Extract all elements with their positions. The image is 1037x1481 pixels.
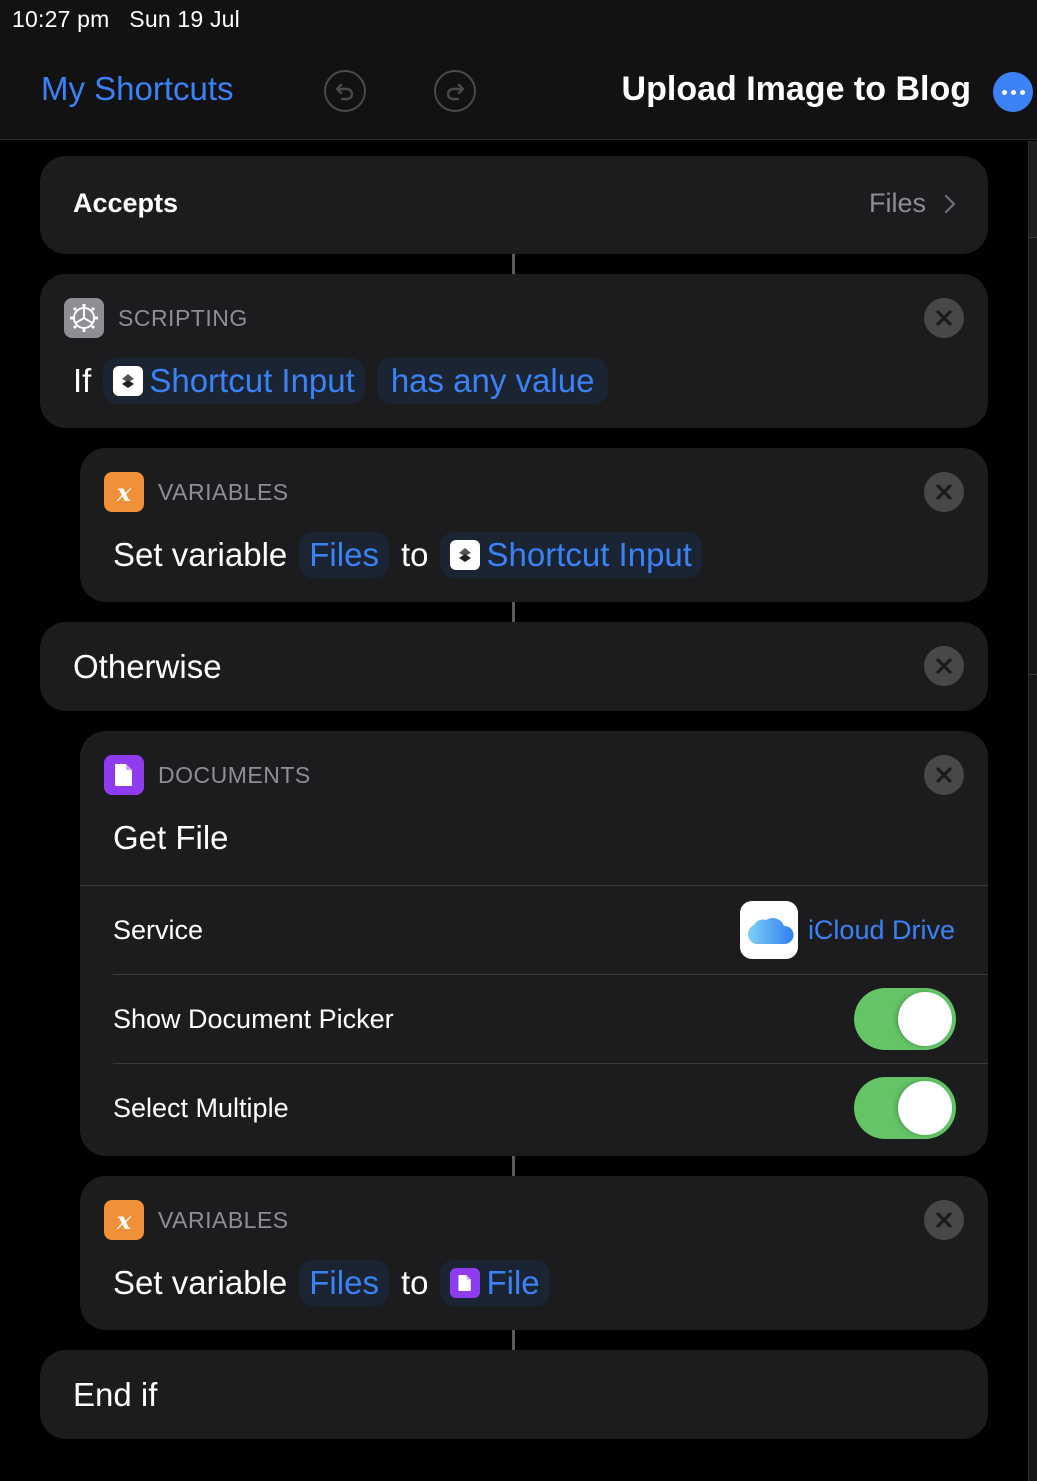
variable-x-icon: x: [104, 472, 144, 512]
category-label: DOCUMENTS: [158, 761, 311, 788]
remove-action-button[interactable]: [924, 1200, 964, 1240]
set-variable-line: Set variable Files to File: [113, 1260, 562, 1306]
set-variable-line: Set variable Files to Shortcut Input: [113, 532, 714, 578]
token-label: File: [486, 1264, 540, 1301]
toggle-knob: [898, 992, 952, 1046]
close-icon: [936, 767, 952, 783]
otherwise-label: Otherwise: [73, 648, 222, 685]
accepts-value: Files: [868, 188, 926, 218]
token-label: Shortcut Input: [486, 536, 692, 573]
category-label: VARIABLES: [158, 478, 289, 505]
connector-line: [512, 602, 515, 622]
category-label: SCRIPTING: [118, 304, 248, 331]
file-token[interactable]: File: [440, 1260, 550, 1306]
document-icon: [450, 1268, 481, 1298]
status-time: 10:27 pm: [12, 6, 110, 32]
action-header: x VARIABLES: [104, 1200, 289, 1240]
connector-line: [512, 254, 515, 274]
to-keyword: to: [400, 536, 429, 573]
remove-action-button[interactable]: [924, 472, 964, 512]
accepts-label: Accepts: [73, 188, 179, 218]
remove-action-button[interactable]: [924, 646, 964, 686]
document-icon: [104, 755, 144, 795]
shortcut-input-token[interactable]: Shortcut Input: [440, 532, 702, 578]
shortcut-input-token[interactable]: Shortcut Input: [103, 358, 365, 404]
action-header: SCRIPTING: [64, 298, 248, 338]
variable-x-icon: x: [104, 1200, 144, 1240]
my-shortcuts-back-button[interactable]: My Shortcuts: [41, 70, 234, 108]
connector-line: [512, 1156, 515, 1176]
otherwise-block[interactable]: Otherwise: [40, 622, 988, 711]
set-variable-action-card[interactable]: x VARIABLES Set variable Files to File: [80, 1176, 988, 1330]
sidebar-edge: [1028, 141, 1037, 1481]
sidebar-edge-segment: [1029, 141, 1037, 238]
undo-icon: [335, 83, 354, 101]
close-icon: [936, 310, 952, 326]
if-condition-line: If Shortcut Input has any value: [73, 358, 620, 404]
shortcuts-app-icon: [113, 366, 144, 396]
set-variable-verb: Set variable: [113, 536, 288, 573]
token-label: Shortcut Input: [149, 362, 355, 399]
condition-token[interactable]: has any value: [376, 358, 609, 404]
set-variable-verb: Set variable: [113, 1264, 288, 1301]
more-options-button[interactable]: [993, 72, 1033, 112]
status-bar: 10:27 pm Sun 19 Jul: [12, 6, 240, 33]
sidebar-edge-divider: [1029, 674, 1037, 675]
action-title: Get File: [113, 819, 229, 856]
remove-action-button[interactable]: [924, 755, 964, 795]
close-icon: [936, 658, 952, 674]
status-date: Sun 19 Jul: [129, 6, 240, 32]
shortcuts-app-icon: [450, 540, 481, 570]
param-label: Service: [113, 914, 204, 945]
ellipsis-icon: [1001, 89, 1007, 95]
variable-name-token[interactable]: Files: [299, 532, 389, 578]
ellipsis-dot: [1019, 89, 1025, 95]
show-document-picker-toggle[interactable]: [854, 988, 956, 1050]
category-label: VARIABLES: [158, 1206, 289, 1233]
end-if-label: End if: [73, 1376, 158, 1413]
service-value: iCloud Drive: [807, 914, 955, 945]
remove-action-button[interactable]: [924, 298, 964, 338]
action-header: x VARIABLES: [104, 472, 289, 512]
redo-icon: [446, 83, 465, 101]
if-keyword: If: [73, 362, 92, 399]
icloud-icon: [739, 901, 798, 959]
close-icon: [936, 1212, 952, 1228]
set-variable-action-card[interactable]: x VARIABLES Set variable Files to Shortc…: [80, 448, 988, 602]
param-label: Select Multiple: [113, 1092, 289, 1123]
redo-button[interactable]: [434, 70, 476, 112]
undo-button[interactable]: [324, 70, 366, 112]
toggle-knob: [898, 1081, 952, 1135]
shortcut-title[interactable]: Upload Image to Blog: [622, 70, 971, 109]
select-multiple-toggle[interactable]: [854, 1077, 956, 1139]
select-multiple-row: Select Multiple: [113, 1064, 988, 1152]
accepts-row[interactable]: Accepts Files: [40, 156, 988, 254]
get-file-action-card[interactable]: DOCUMENTS Get File Service iCloud Drive …: [80, 731, 988, 1156]
if-action-card[interactable]: SCRIPTING If Shortcut Input has any valu…: [40, 274, 988, 428]
gear-icon: [64, 298, 104, 338]
variable-name-token[interactable]: Files: [299, 1260, 389, 1306]
ellipsis-dot: [1010, 89, 1016, 95]
param-label: Show Document Picker: [113, 1003, 394, 1034]
connector-line: [512, 1330, 515, 1350]
show-document-picker-row: Show Document Picker: [113, 975, 988, 1063]
chevron-right-icon: [944, 194, 956, 213]
service-row[interactable]: Service iCloud Drive: [113, 886, 988, 974]
action-header: DOCUMENTS: [104, 755, 311, 795]
close-icon: [936, 484, 952, 500]
to-keyword: to: [400, 1264, 429, 1301]
top-bar: 10:27 pm Sun 19 Jul My Shortcuts Upload …: [0, 0, 1037, 140]
end-if-block[interactable]: End if: [40, 1350, 988, 1439]
